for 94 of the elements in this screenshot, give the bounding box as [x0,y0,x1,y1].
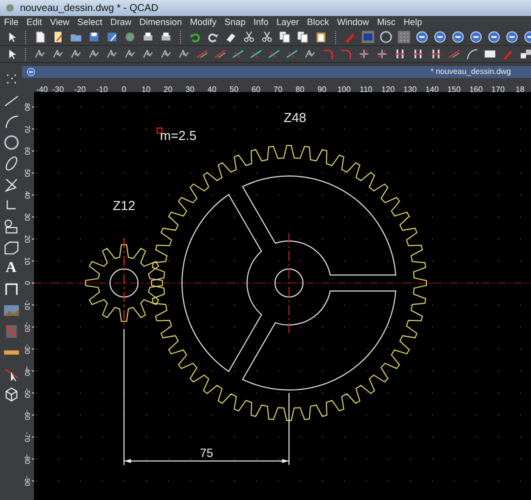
ruler-tick [32,216,34,218]
menu-item[interactable]: Dimension [135,16,186,29]
ruler-tick [32,414,34,416]
ruler-label: -10 [96,84,108,94]
ruler-label: 160 [469,84,483,94]
line-icon[interactable] [213,47,227,61]
shapes-icon[interactable] [2,218,20,235]
ruler-tick [32,370,34,372]
cut-icon[interactable] [260,30,274,44]
ruler-label: 60 [252,84,260,94]
window-title: nouveau_dessin.dwg * - QCAD [20,2,158,16]
menu-item[interactable]: Block [303,16,334,29]
menu-item[interactable]: Layer [272,16,304,29]
ruler-tick [32,128,34,130]
bars-icon[interactable] [411,47,425,61]
line-icon[interactable] [267,47,281,61]
ruler-tick [32,282,34,284]
menu-item[interactable]: Snap [220,16,250,29]
marker-icon [156,128,162,134]
spline-icon[interactable] [2,176,20,193]
ruler-label: 110 [360,84,372,94]
copy-icon[interactable] [278,30,292,44]
grid-icon[interactable] [397,30,411,44]
dimension-icon[interactable] [2,281,20,298]
circle-icon[interactable] [379,30,393,44]
ruler-tick [32,392,34,394]
ruler-tick [32,348,34,350]
ruler-label: -30 [52,84,64,94]
gear-label: Z12 [112,198,136,213]
line-icon[interactable] [249,47,263,61]
gear-label: Z48 [284,110,306,125]
save-as-icon[interactable] [105,30,119,44]
menu-item[interactable]: Help [400,16,426,29]
cross-icon[interactable] [357,47,371,61]
bars-icon[interactable] [393,47,407,61]
ruler-tick [32,238,34,240]
ruler-label: 10 [142,84,150,94]
menu-item[interactable]: Draw [106,16,136,29]
circle-icon[interactable] [2,134,20,151]
menu-item[interactable]: File [0,16,23,29]
copy-icon[interactable] [296,30,310,44]
menu-item[interactable]: Edit [22,16,46,29]
ruler-label: 0 [122,84,126,94]
ruler-label: 70 [274,84,282,94]
ruler-label: 90 [318,84,326,94]
dimension-value: 75 [200,446,214,460]
ruler-tick [32,458,34,460]
menu-item[interactable]: Window [333,16,374,29]
line-icon[interactable] [447,47,461,61]
ruler-label: 20 [164,84,172,94]
menu-item[interactable]: Misc [373,16,400,29]
menu-item[interactable]: Info [250,16,273,29]
ruler-tick [32,480,34,482]
ruler-label: -20 [74,84,86,94]
ruler-tick [32,150,34,152]
ruler-label: 170 [491,84,505,94]
ruler-tick [32,326,34,328]
ruler-label: 50 [230,84,238,94]
document-tab[interactable]: * nouveau_dessin.dwg [430,66,511,78]
ruler-label: 150 [447,84,461,94]
ruler-label: 30 [186,84,194,94]
ruler-label: 100 [337,84,351,94]
line-icon[interactable] [195,47,209,61]
ruler-label: 140 [425,84,439,94]
ruler-tick [32,436,34,438]
menu-item[interactable]: Modify [186,16,220,29]
bars-icon[interactable] [429,47,443,61]
ruler-label: 18 [516,84,524,94]
line-icon[interactable] [231,47,245,61]
cube-icon[interactable] [2,386,20,403]
ruler-label: 40 [208,84,216,94]
menu-item[interactable]: View [46,16,74,29]
arc-icon[interactable] [2,113,20,130]
cross-icon[interactable] [375,47,389,61]
save-icon[interactable] [87,30,101,44]
ruler-tick [32,260,34,262]
line-icon[interactable] [285,47,299,61]
ruler-label: 130 [403,84,417,94]
block-icon[interactable] [2,239,20,256]
ellipse-icon[interactable] [2,155,20,172]
cut-icon[interactable] [242,30,256,44]
ruler-tick [32,172,34,174]
ruler-label: 120 [381,84,395,94]
ruler-tick [32,106,34,108]
module-label: m=2.5 [160,128,196,143]
text-tool[interactable]: A [6,260,16,277]
ruler-tick [32,304,34,306]
ruler-label: 80 [296,84,304,94]
ruler-label: -40 [36,84,48,94]
paste-icon[interactable] [314,30,328,44]
blocks-icon[interactable] [519,47,531,61]
ruler-tick [32,194,34,196]
arc-icon[interactable] [465,47,479,61]
menu-item[interactable]: Select [73,16,106,29]
